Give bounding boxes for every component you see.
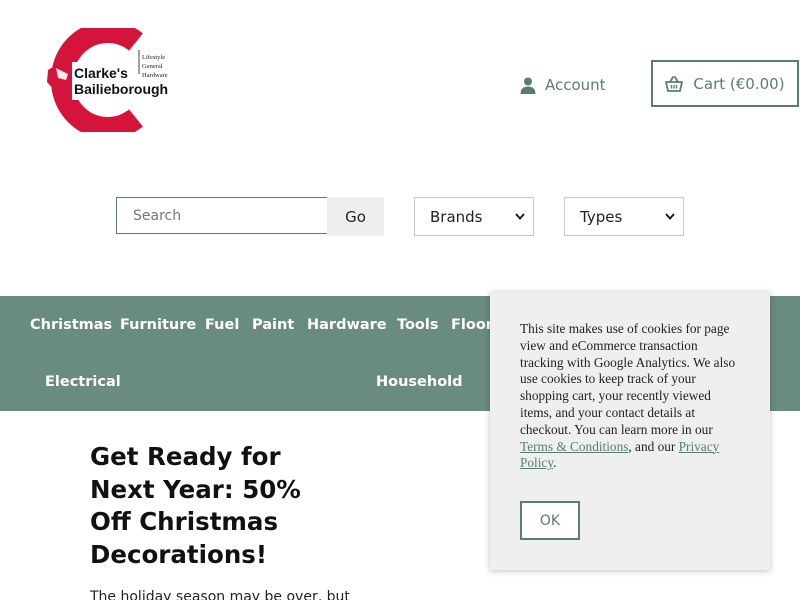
nav-item-household[interactable]: Household: [376, 374, 463, 390]
account-link[interactable]: Account: [520, 74, 606, 96]
cart-button[interactable]: Cart (€0.00): [651, 60, 799, 107]
chevron-down-icon: [515, 213, 525, 220]
types-select[interactable]: Types: [564, 197, 684, 236]
logo-mark: Clarke's Bailieborough Lifestyle General…: [47, 21, 176, 139]
cookie-consent-popup: This site makes use of cookies for page …: [490, 292, 770, 570]
logo-tag1: Lifestyle: [142, 54, 165, 61]
cookie-message: This site makes use of cookies for page …: [520, 321, 740, 472]
nav-item-hardware[interactable]: Hardware: [307, 317, 387, 333]
logo-line1: Clarke's: [74, 65, 128, 81]
logo-tag2: General: [142, 63, 163, 70]
logo-line2: Bailieborough: [74, 81, 168, 97]
nav-item-fuel[interactable]: Fuel: [205, 317, 239, 333]
nav-item-floor[interactable]: Floor: [451, 317, 493, 333]
cookie-text-middle: , and our: [628, 438, 679, 454]
nav-item-paint[interactable]: Paint: [252, 317, 294, 333]
cookie-text: This site makes use of cookies for page …: [520, 321, 736, 437]
terms-conditions-link[interactable]: Terms & Conditions: [520, 439, 628, 454]
brands-select-label: Brands: [430, 207, 483, 226]
basket-icon: [665, 75, 684, 92]
user-icon: [520, 77, 536, 94]
account-label: Account: [545, 76, 606, 94]
promo-headline: Get Ready for Next Year: 50% Off Christm…: [90, 442, 301, 569]
cookie-text-end: .: [553, 455, 557, 471]
nav-item-electrical[interactable]: Electrical: [45, 374, 121, 390]
search-input[interactable]: [116, 197, 328, 234]
nav-item-tools[interactable]: Tools: [397, 317, 439, 333]
cookie-ok-button[interactable]: OK: [520, 501, 580, 540]
search-go-button[interactable]: Go: [327, 197, 384, 236]
promo-body-text: The holiday season may be over, but: [90, 589, 350, 600]
logo-tag3: Hardware: [142, 72, 168, 79]
nav-item-furniture[interactable]: Furniture: [120, 317, 196, 333]
cart-label: Cart (€0.00): [693, 74, 785, 93]
brands-select[interactable]: Brands: [414, 197, 534, 236]
chevron-down-icon: [665, 213, 675, 220]
nav-item-christmas[interactable]: Christmas: [30, 317, 112, 333]
store-logo[interactable]: Clarke's Bailieborough Lifestyle General…: [44, 21, 184, 139]
types-select-label: Types: [580, 207, 623, 226]
